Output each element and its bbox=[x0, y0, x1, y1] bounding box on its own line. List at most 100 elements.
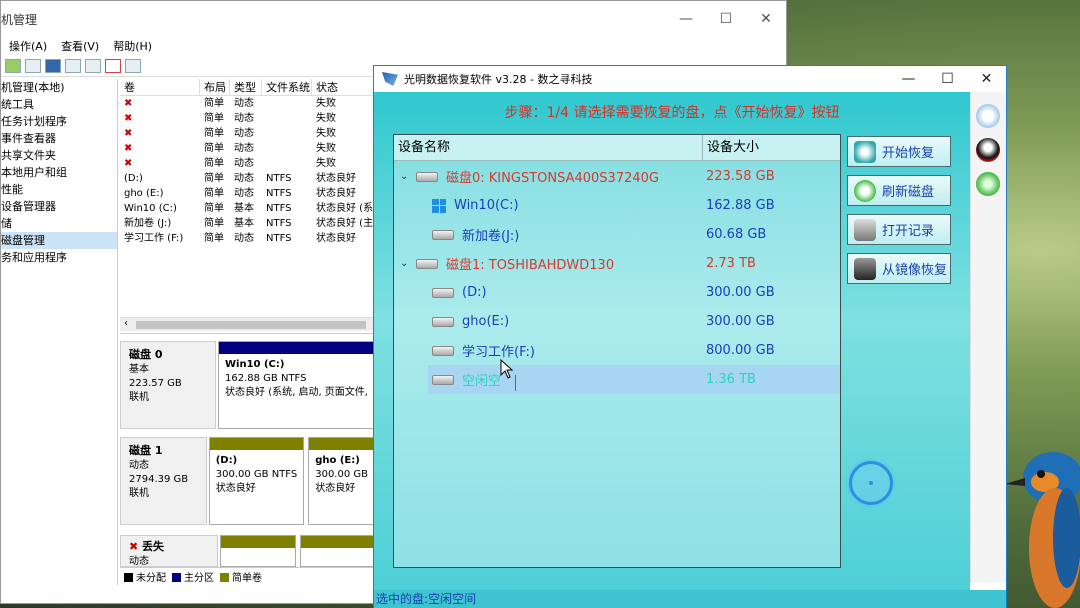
col-device-name[interactable]: 设备名称 bbox=[394, 135, 703, 160]
device-row[interactable]: 新加卷(J:) 60.68 GB bbox=[394, 220, 840, 249]
volume-cell: NTFS bbox=[266, 233, 292, 244]
tree-item[interactable]: 设备管理器 bbox=[1, 198, 117, 215]
app-minimize-button[interactable]: — bbox=[889, 71, 928, 87]
col-type[interactable]: 类型 bbox=[230, 79, 262, 95]
help-icon[interactable] bbox=[45, 58, 61, 73]
volume-list: 卷 布局 类型 文件系统 状态 ✖ 简单 动态 失败 ✖ 简单 动态 失败 ✖ 简单 动态 失败 ✖ 简单… bbox=[120, 79, 375, 334]
volume-cell: 状态良好 (系 bbox=[316, 203, 374, 214]
folder-icon[interactable] bbox=[5, 58, 21, 73]
part-d-label: (D:) bbox=[215, 455, 238, 466]
scroll-thumb[interactable] bbox=[136, 321, 366, 329]
tree-item[interactable]: 统工具 bbox=[1, 96, 117, 113]
disk1-partition-d[interactable]: (D:) 300.00 GB NTFS 状态良好 bbox=[208, 437, 305, 525]
volume-cell: 新加卷 (J:) bbox=[124, 218, 172, 229]
volume-row[interactable]: gho (E:) 简单 动态 NTFS 状态良好 bbox=[120, 186, 375, 201]
volume-cell: 简单 bbox=[204, 218, 224, 229]
tree-item[interactable]: 任务计划程序 bbox=[1, 113, 117, 130]
panel-icon[interactable] bbox=[65, 58, 81, 73]
col-layout[interactable]: 布局 bbox=[200, 79, 230, 95]
cm-close-button[interactable]: ✕ bbox=[746, 11, 786, 27]
app-close-button[interactable]: ✕ bbox=[967, 71, 1006, 87]
app-maximize-button[interactable]: ☐ bbox=[928, 71, 967, 87]
device-row[interactable]: ⌄ 磁盘1: TOSHIBAHDWD130 2.73 TB bbox=[394, 249, 840, 278]
expand-chevron-icon[interactable]: ⌄ bbox=[400, 171, 408, 182]
tree-item[interactable]: 共享文件夹 bbox=[1, 147, 117, 164]
properties-icon[interactable] bbox=[125, 58, 141, 73]
device-row[interactable]: (D:) 300.00 GB bbox=[394, 278, 840, 307]
volume-row[interactable]: ✖ 简单 动态 失败 bbox=[120, 96, 375, 111]
device-row[interactable]: gho(E:) 300.00 GB bbox=[394, 307, 840, 336]
refresh-disk-button[interactable]: 刷新磁盘 bbox=[847, 175, 951, 206]
tree-item[interactable]: 机管理(本地) bbox=[1, 79, 117, 96]
scroll-left-icon[interactable]: ‹ bbox=[124, 318, 128, 329]
simple-volume-bar bbox=[209, 438, 304, 450]
device-row[interactable]: Win10(C:) 162.88 GB bbox=[394, 191, 840, 220]
volume-cell: 失败 bbox=[316, 98, 336, 109]
cm-minimize-button[interactable]: — bbox=[666, 11, 706, 27]
hard-disk-icon bbox=[432, 287, 454, 298]
device-list-header: 设备名称 设备大小 bbox=[394, 135, 840, 161]
volume-row[interactable]: ✖ 简单 动态 失败 bbox=[120, 126, 375, 141]
help-icon[interactable] bbox=[976, 172, 1000, 196]
qq-icon[interactable] bbox=[976, 138, 1000, 162]
menu-view[interactable]: 查看(V) bbox=[61, 38, 99, 54]
open-log-button[interactable]: 打开记录 bbox=[847, 214, 951, 245]
cm-maximize-button[interactable]: ☐ bbox=[706, 11, 746, 27]
network-icon[interactable] bbox=[976, 104, 1000, 128]
volume-cell: 状态良好 bbox=[316, 173, 356, 184]
volume-row[interactable]: (D:) 简单 动态 NTFS 状态良好 bbox=[120, 171, 375, 186]
disk0-row: 磁盘 0 基本 223.57 GB 联机 Win10 (C:) 162.88 G… bbox=[120, 341, 375, 429]
disk2-partition-2[interactable] bbox=[299, 535, 375, 567]
side-tool-strip bbox=[970, 92, 1006, 583]
menu-action[interactable]: 操作(A) bbox=[9, 38, 47, 54]
volume-row[interactable]: ✖ 简单 动态 失败 bbox=[120, 111, 375, 126]
volume-cell: 简单 bbox=[204, 173, 224, 184]
restore-from-image-button[interactable]: 从镜像恢复 bbox=[847, 253, 951, 284]
device-row[interactable]: 空闲空 1.36 TB bbox=[428, 365, 840, 394]
tree-item[interactable]: 事件查看器 bbox=[1, 130, 117, 147]
part-e-status: 状态良好 bbox=[315, 483, 356, 494]
start-recovery-button[interactable]: 开始恢复 bbox=[847, 136, 951, 167]
open-log-label: 打开记录 bbox=[882, 224, 935, 239]
tree-item[interactable]: 储 bbox=[1, 215, 117, 232]
col-volume[interactable]: 卷 bbox=[120, 79, 200, 95]
volume-row[interactable]: ✖ 简单 动态 失败 bbox=[120, 141, 375, 156]
volume-row[interactable]: 新加卷 (J:) 简单 基本 NTFS 状态良好 (主 bbox=[120, 216, 375, 231]
tree-item[interactable]: 本地用户和组 bbox=[1, 164, 117, 181]
col-filesystem[interactable]: 文件系统 bbox=[262, 79, 312, 95]
col-device-size[interactable]: 设备大小 bbox=[703, 135, 759, 160]
volume-row[interactable]: 学习工作 (F:) 简单 动态 NTFS 状态良好 bbox=[120, 231, 375, 246]
part-d-size: 300.00 GB NTFS bbox=[215, 469, 298, 480]
disk1-info[interactable]: 磁盘 1 动态 2794.39 GB 联机 bbox=[120, 437, 207, 525]
volume-row[interactable]: Win10 (C:) 简单 基本 NTFS 状态良好 (系 bbox=[120, 201, 375, 216]
tree-item[interactable]: 磁盘管理 bbox=[1, 232, 117, 249]
volume-cell bbox=[262, 141, 312, 156]
hard-disk-icon bbox=[432, 374, 454, 385]
col-status[interactable]: 状态 bbox=[312, 79, 375, 95]
volume-row[interactable]: ✖ 简单 动态 失败 bbox=[120, 156, 375, 171]
key-icon[interactable] bbox=[85, 58, 101, 73]
legend-simple: 简单卷 bbox=[220, 569, 262, 584]
menu-help[interactable]: 帮助(H) bbox=[113, 38, 152, 54]
disk0-size: 223.57 GB bbox=[129, 378, 182, 389]
hard-disk-icon bbox=[432, 345, 454, 356]
expand-chevron-icon[interactable]: ⌄ bbox=[400, 258, 408, 269]
simple-swatch bbox=[220, 573, 229, 582]
tree-item[interactable]: 性能 bbox=[1, 181, 117, 198]
disk2-info[interactable]: ✖ 丢失 动态 bbox=[120, 535, 218, 567]
volume-cell: 失败 bbox=[316, 113, 336, 124]
failed-volume-icon: ✖ bbox=[124, 98, 133, 109]
device-row[interactable]: ⌄ 磁盘0: KINGSTONSA400S37240G 223.58 GB bbox=[394, 162, 840, 191]
device-name: 磁盘0: KINGSTONSA400S37240G bbox=[416, 167, 659, 186]
disk2-partition-1[interactable] bbox=[220, 535, 296, 567]
disk0-partition-c[interactable]: Win10 (C:) 162.88 GB NTFS 状态良好 (系统, 启动, … bbox=[218, 341, 375, 429]
grid-icon[interactable] bbox=[25, 58, 41, 73]
horizontal-scrollbar[interactable]: ‹ bbox=[120, 317, 375, 331]
device-name-text: 空闲空 bbox=[462, 374, 502, 389]
disk0-info[interactable]: 磁盘 0 基本 223.57 GB 联机 bbox=[120, 341, 217, 429]
check-icon[interactable] bbox=[105, 58, 121, 73]
disk1-state: 联机 bbox=[129, 488, 149, 499]
device-row[interactable]: 学习工作(F:) 800.00 GB bbox=[394, 336, 840, 365]
tree-item[interactable]: 务和应用程序 bbox=[1, 249, 117, 266]
disk1-partition-e[interactable]: gho (E:) 300.00 GB 状态良好 bbox=[308, 437, 375, 525]
